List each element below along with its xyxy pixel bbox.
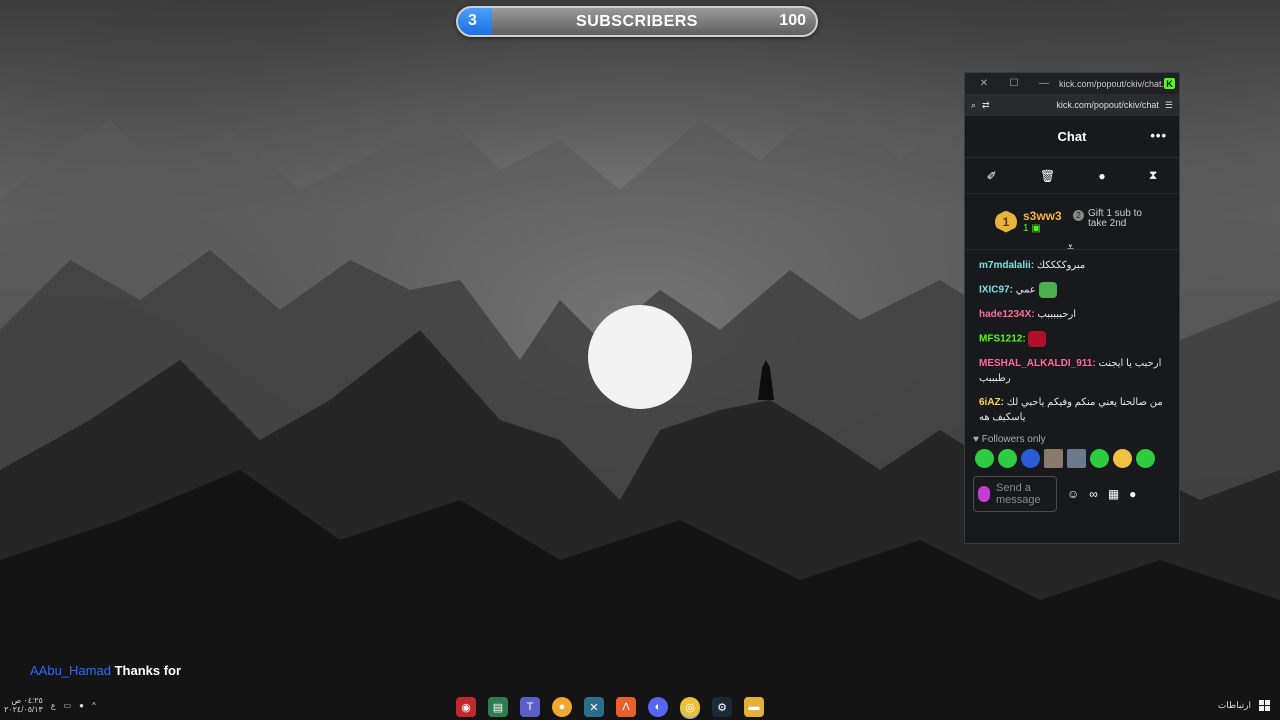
more-options-icon[interactable]: ••• (1150, 128, 1167, 143)
trash-icon[interactable]: 🗑 (1040, 169, 1055, 183)
chat-text: مبروككككك (1036, 260, 1086, 271)
emote-4-icon[interactable] (1044, 449, 1063, 468)
gift-rank-badge: 2 (1073, 210, 1084, 221)
gift-text-line2: take 2nd (1088, 218, 1127, 229)
arc-app-icon[interactable]: Λ (616, 697, 636, 717)
chat-text: من صالحنا يعني منكم وفيكم ياحبي لك ياسكي… (979, 397, 1163, 423)
subscriber-goal-bar: 3 SUBSCRIBERS 100 (456, 6, 818, 37)
chat-message: 6iAZ: من صالحنا يعني منكم وفيكم ياحبي لك… (979, 395, 1165, 425)
discord-app-icon[interactable]: ◐ (648, 697, 668, 717)
steam-app-icon[interactable]: ⚙ (712, 697, 732, 717)
chat-username[interactable]: MFS1212: (979, 334, 1026, 345)
subscriber-label: SUBSCRIBERS (576, 13, 698, 30)
site-settings-icon[interactable]: ☰ (1165, 100, 1173, 111)
windows-start-icon[interactable] (1259, 700, 1270, 711)
notes-app-icon[interactable]: ▤ (488, 697, 508, 717)
chat-messages: m7mdalalii: مبروككككك IXIC97: عمي hade12… (965, 249, 1179, 425)
chat-input-placeholder: Send a message (996, 482, 1041, 506)
emote-1-icon[interactable] (975, 449, 994, 468)
chat-message: IXIC97: عمي (979, 282, 1165, 298)
chat-bubble-icon[interactable]: ● (1098, 169, 1105, 183)
emote-3-icon[interactable] (1021, 449, 1040, 468)
expand-pinned-icon[interactable]: ⩡ (1067, 240, 1074, 255)
leader-gift-count: 1 (1023, 223, 1029, 234)
chat-message: hade1234X: ارحبببببب (979, 307, 1165, 322)
start-area: ارتباطات (1218, 700, 1270, 711)
chat-message: m7mdalalii: مبروككككك (979, 258, 1165, 273)
leader-name[interactable]: s3ww3 (1023, 209, 1062, 223)
chat-header: Chat ••• (965, 116, 1179, 158)
file-explorer-icon[interactable]: ▬ (744, 697, 764, 717)
maximize-icon[interactable]: ☐ (999, 78, 1029, 89)
language-indicator[interactable]: ع (51, 701, 56, 710)
red-emote-icon (1028, 331, 1047, 347)
window-titlebar: ✕ ☐ — kick.com/popout/ckiv/chat... K (965, 73, 1179, 94)
clock[interactable]: ٠٤:٢٥ ص ٢٠٢٤/٠٥/١٣ (4, 696, 43, 714)
chat-text: عمي (1015, 284, 1036, 296)
clock-time: ٠٤:٢٥ ص (11, 696, 43, 705)
rank-badge: 1 (995, 210, 1017, 233)
overlay-username: AAbu_Hamad (30, 663, 111, 678)
emote-2-icon[interactable] (998, 449, 1017, 468)
pin-icon[interactable]: ✐ (987, 169, 997, 183)
hourglass-icon[interactable]: ⧗ (1149, 168, 1157, 183)
system-tray: ٠٤:٢٥ ص ٢٠٢٤/٠٥/١٣ ع ▭ ● ^ (4, 696, 96, 714)
subscriber-goal: 100 (779, 12, 806, 29)
chat-title: Chat (1057, 129, 1087, 144)
translate-icon[interactable]: ⇄ (982, 100, 990, 111)
quick-emote-bar (965, 445, 1179, 472)
emote-picker-icon[interactable]: ☺ (1067, 487, 1079, 501)
infinity-icon[interactable]: ∞ (1089, 487, 1098, 501)
followers-label: Followers only (981, 434, 1046, 445)
chrome-app-icon[interactable]: ◎ (680, 697, 700, 717)
chat-text: ارحبببببب (1037, 309, 1077, 320)
taskbar-apps: ◉ ▤ T ● ✕ Λ ◐ ◎ ⚙ ▬ (456, 697, 764, 717)
chat-message: MFS1212: (979, 331, 1165, 347)
emote-8-icon[interactable] (1136, 449, 1155, 468)
mic-icon[interactable] (978, 486, 990, 502)
emote-5-icon[interactable] (1067, 449, 1086, 468)
address-url[interactable]: kick.com/popout/ckiv/chat (996, 100, 1159, 110)
gift-leaderboard: 1 s3ww3 1 ▣ 2 Gift 1 sub to take 2nd ⩡ (965, 194, 1179, 254)
send-chat-icon[interactable]: ● (1129, 487, 1136, 501)
address-bar[interactable]: ⌕ ⇄ kick.com/popout/ckiv/chat ☰ (965, 94, 1179, 116)
obs-app-icon[interactable]: ◉ (456, 697, 476, 717)
overlay-message: Thanks for (114, 663, 182, 678)
chat-message: MESHAL_ALKALDI_911: ارحبب يا ايجنت رطببب… (979, 356, 1165, 386)
gift-icon: ▣ (1031, 223, 1041, 234)
zoom-icon[interactable]: ⌕ (971, 100, 976, 111)
chat-app-icon[interactable]: ● (552, 697, 572, 717)
close-icon[interactable]: ✕ (969, 78, 999, 89)
kick-logo-icon: K (1164, 78, 1175, 89)
chat-input[interactable]: Send a message (973, 476, 1057, 512)
connections-label[interactable]: ارتباطات (1218, 700, 1251, 711)
chevron-up-icon[interactable]: ^ (92, 701, 96, 710)
mod-toolbar: ✐ 🗑 ● ⧗ (965, 158, 1179, 194)
chat-username[interactable]: MESHAL_ALKALDI_911: (979, 358, 1096, 369)
emote-6-icon[interactable] (1090, 449, 1109, 468)
moon (588, 305, 692, 409)
microphone-icon[interactable]: ● (79, 701, 84, 710)
teams-app-icon[interactable]: T (520, 697, 540, 717)
chat-username[interactable]: IXIC97: (979, 285, 1013, 296)
gift-prompt[interactable]: 2 Gift 1 sub to take 2nd (1073, 209, 1142, 229)
pepe-emote-icon (1038, 282, 1057, 298)
minimize-icon[interactable]: — (1029, 78, 1059, 89)
emote-7-icon[interactable] (1113, 449, 1132, 468)
chat-popout-window: ✕ ☐ — kick.com/popout/ckiv/chat... K ⌕ ⇄… (964, 72, 1180, 544)
taskbar: ٠٤:٢٥ ص ٢٠٢٤/٠٥/١٣ ع ▭ ● ^ ◉ ▤ T ● ✕ Λ ◐… (0, 694, 1280, 720)
stream-chat-overlay: AAbu_Hamad Thanks for (30, 663, 181, 678)
heart-icon: ♥ (973, 434, 979, 445)
chat-input-row: Send a message ☺ ∞ ▦ ● (965, 472, 1179, 516)
chat-username[interactable]: 6iAZ: (979, 397, 1004, 408)
chat-username[interactable]: hade1234X: (979, 309, 1035, 320)
chat-username[interactable]: m7mdalalii: (979, 260, 1034, 271)
store-icon[interactable]: ▦ (1108, 487, 1119, 501)
network-icon[interactable]: ▭ (64, 701, 72, 710)
followers-only-notice: ♥ Followers only (965, 434, 1179, 445)
window-title: kick.com/popout/ckiv/chat... (1059, 78, 1164, 89)
clock-date: ٢٠٢٤/٠٥/١٣ (4, 705, 43, 714)
terminal-app-icon[interactable]: ✕ (584, 697, 604, 717)
